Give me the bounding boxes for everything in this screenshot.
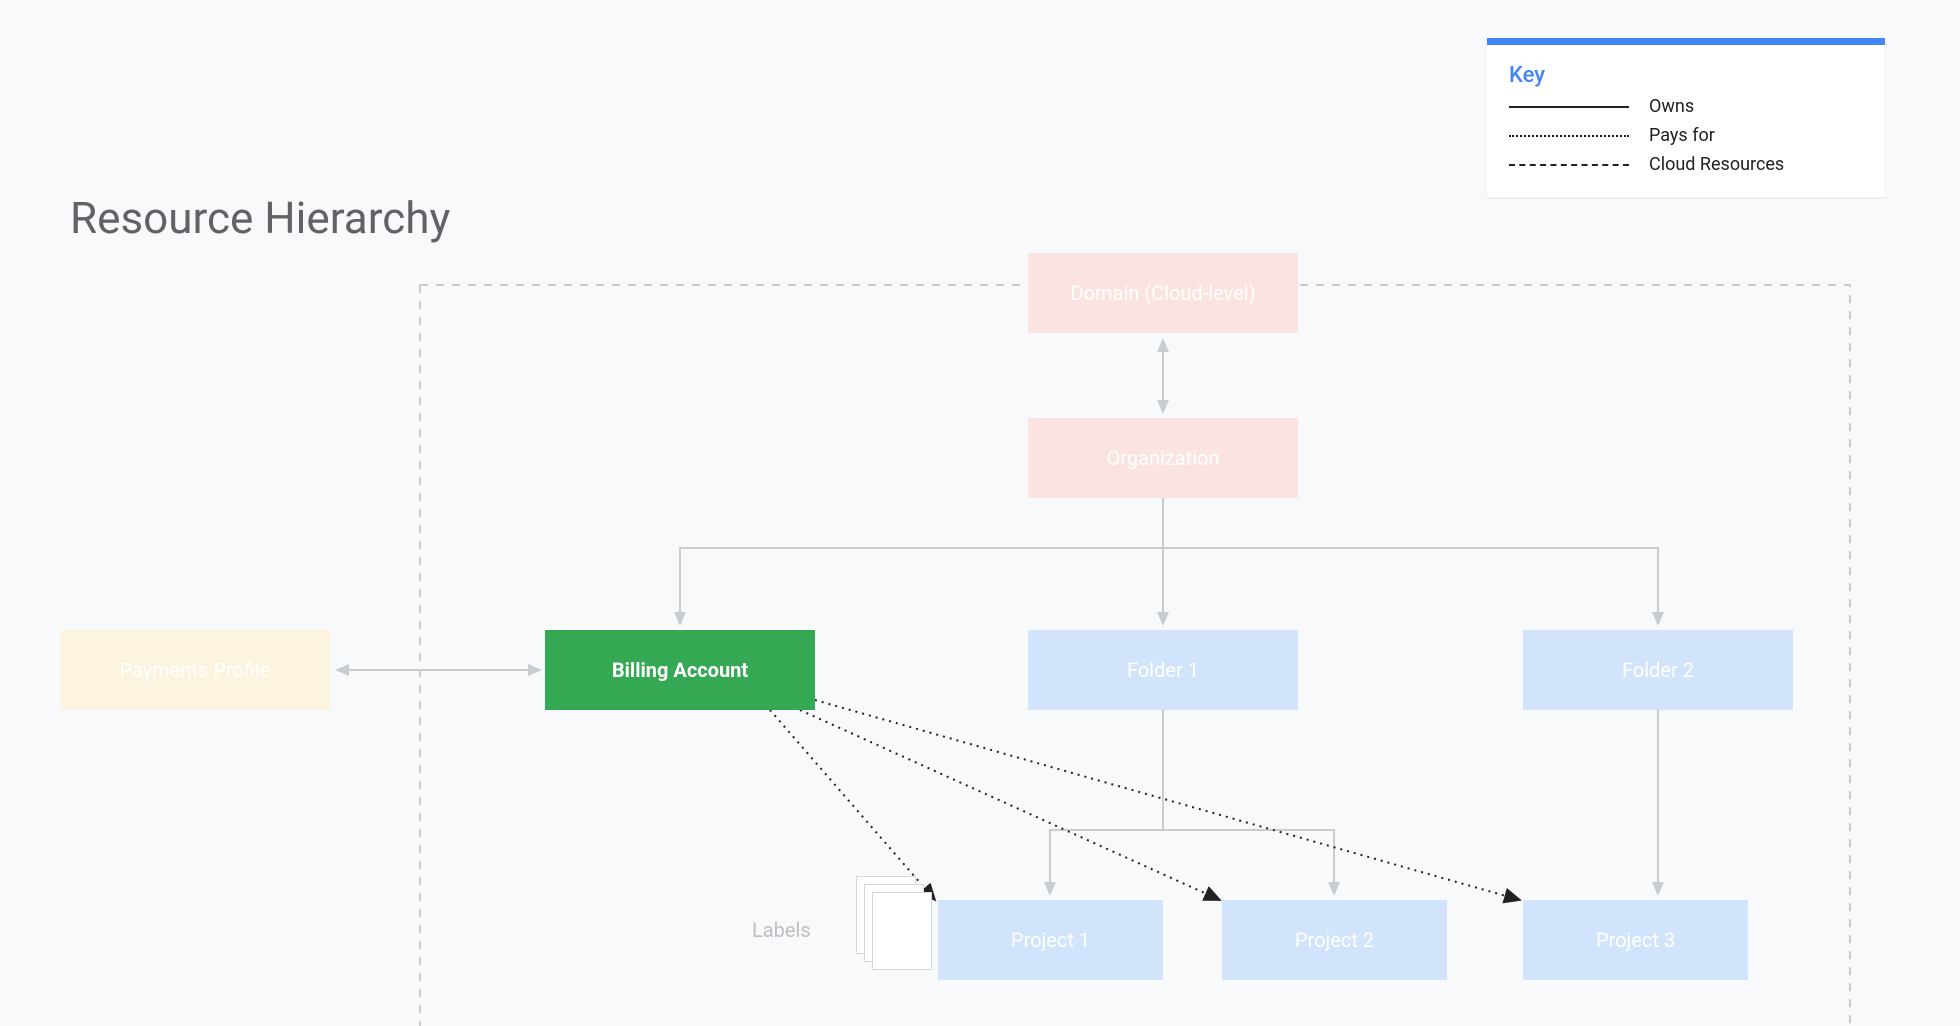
edge-billing-project3 bbox=[815, 700, 1520, 900]
node-domain: Domain (Cloud-level) bbox=[1028, 253, 1298, 333]
labels-stack-icon bbox=[856, 876, 926, 966]
edge-billing-project1 bbox=[770, 710, 935, 900]
edge-billing-project2 bbox=[800, 710, 1220, 900]
node-project2: Project 2 bbox=[1222, 900, 1447, 980]
diagram-canvas: Domain (Cloud-level) Organization Paymen… bbox=[0, 0, 1960, 1026]
node-folder1: Folder 1 bbox=[1028, 630, 1298, 710]
labels-card bbox=[872, 892, 932, 970]
node-project1: Project 1 bbox=[938, 900, 1163, 980]
node-project3: Project 3 bbox=[1523, 900, 1748, 980]
node-billing-account: Billing Account bbox=[545, 630, 815, 710]
node-organization: Organization bbox=[1028, 418, 1298, 498]
node-folder2: Folder 2 bbox=[1523, 630, 1793, 710]
labels-caption: Labels bbox=[752, 918, 811, 942]
edge-org-billing bbox=[680, 498, 1163, 624]
edge-folder1-project1 bbox=[1050, 710, 1163, 894]
edge-org-folder2 bbox=[1163, 498, 1658, 624]
edge-folder1-project2 bbox=[1163, 710, 1334, 894]
node-payments-profile: Payments Profile bbox=[60, 630, 330, 710]
connectors-svg bbox=[0, 0, 1960, 1026]
